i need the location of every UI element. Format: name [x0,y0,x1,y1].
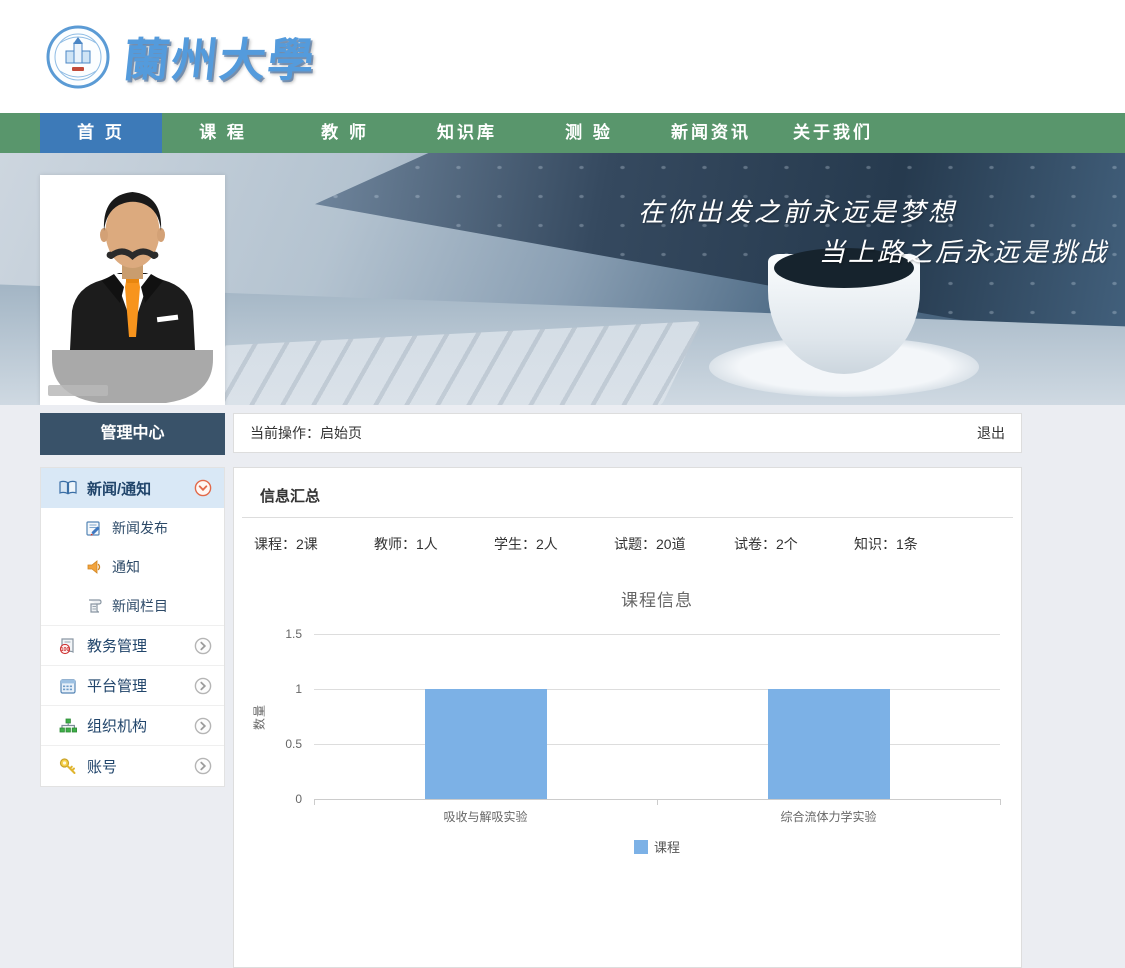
grade-sheet-icon: 100 [58,636,78,656]
sidebar-item-label: 教务管理 [87,635,194,656]
logout-button[interactable]: 退出 [977,423,1005,443]
content-area: 管理中心 新闻/通知 [0,405,1125,968]
chevron-right-circle-icon [194,757,212,775]
university-name: 蘭州大學 [121,24,320,90]
sidebar-item-label: 组织机构 [87,715,194,736]
slogan-line-2: 当上路之后永远是挑战 [638,233,1109,273]
gridline [314,634,1000,635]
sidebar-menu: 新闻/通知 新闻发布 [40,467,225,787]
sidebar-item-label: 账号 [87,756,194,777]
x-tick [657,799,658,805]
y-tick-label: 1 [256,682,302,696]
gridline [314,744,1000,745]
legend-label: 课程 [654,837,680,856]
nav-item-news[interactable]: 新闻资讯 [650,113,772,153]
sidebar-item-organization[interactable]: 组织机构 [41,706,224,746]
chevron-right-circle-icon [194,637,212,655]
chevron-right-circle-icon [194,677,212,695]
y-tick-label: 0.5 [256,737,302,751]
horn-icon [85,558,103,576]
org-chart-icon [58,716,78,736]
sidebar-item-label: 新闻发布 [112,518,212,538]
key-icon [58,756,78,776]
gridline [314,689,1000,690]
stat-papers: 试卷：2个 [734,534,854,554]
nav-item-knowledge-base[interactable]: 知识库 [406,113,528,153]
sidebar-item-label: 通知 [112,557,212,577]
nav-item-about[interactable]: 关于我们 [772,113,894,153]
site-header: 蘭州大學 [0,0,1125,113]
summary-title: 信息汇总 [242,468,1013,518]
sidebar-subitem-notice[interactable]: 通知 [41,547,224,586]
sidebar-title: 管理中心 [40,413,225,455]
sidebar-item-account[interactable]: 账号 [41,746,224,786]
bar [425,689,547,799]
sidebar-item-news-notice[interactable]: 新闻/通知 [41,468,224,508]
slogan-line-1: 在你出发之前永远是梦想 [638,193,957,233]
sidebar-item-label: 新闻栏目 [112,596,212,616]
nav-item-tests[interactable]: 测 验 [528,113,650,153]
calendar-icon [58,676,78,696]
operation-topbar: 当前操作：启始页 退出 [233,413,1022,453]
x-axis-label: 吸收与解吸实验 [443,808,527,825]
nav-item-teachers[interactable]: 教 师 [284,113,406,153]
current-operation-text: 当前操作：启始页 [250,423,362,443]
stat-questions: 试题：20道 [614,534,734,554]
sidebar-subitem-news-column[interactable]: 新闻栏目 [41,586,224,625]
scroll-icon [85,597,103,615]
sidebar: 管理中心 新闻/通知 [40,413,225,787]
y-tick-label: 0 [256,792,302,806]
news-notice-submenu: 新闻发布 通知 新闻栏目 [41,508,224,626]
user-avatar [40,175,225,405]
summary-stats-row: 课程：2课 教师：1人 学生：2人 试题：20道 试卷：2个 知识：1条 [234,518,1021,560]
stat-knowledge: 知识：1条 [854,534,974,554]
image-watermark [48,385,108,396]
banner-slogan: 在你出发之前永远是梦想 当上路之后永远是挑战 [638,193,1109,274]
chart-title: 课程信息 [314,586,1000,611]
y-axis-title: 数量 [251,703,268,729]
legend-swatch [634,840,648,854]
university-seal-icon [46,25,110,89]
chart-legend: 课程 [314,837,1000,886]
nav-item-home[interactable]: 首 页 [40,113,162,153]
chevron-down-circle-icon [194,479,212,497]
stat-teachers: 教师：1人 [374,534,494,554]
news-edit-icon [85,519,103,537]
main-nav: 首 页 课 程 教 师 知识库 测 验 新闻资讯 关于我们 [0,113,1125,153]
y-tick-label: 1.5 [256,627,302,641]
sidebar-item-platform-admin[interactable]: 平台管理 [41,666,224,706]
chevron-right-circle-icon [194,717,212,735]
sidebar-item-academic-admin[interactable]: 100 教务管理 [41,626,224,666]
stat-students: 学生：2人 [494,534,614,554]
x-tick [314,799,315,805]
nav-item-courses[interactable]: 课 程 [162,113,284,153]
summary-panel: 信息汇总 课程：2课 教师：1人 学生：2人 试题：20道 试卷：2个 知识：1… [233,467,1022,968]
sidebar-item-label: 平台管理 [87,675,194,696]
x-tick [1000,799,1001,805]
sidebar-subitem-news-publish[interactable]: 新闻发布 [41,508,224,547]
open-book-icon [58,478,78,498]
bar [768,689,890,799]
user-avatar-card [40,175,225,405]
course-chart: 课程信息 数量 00.511.5吸收与解吸实验综合流体力学实验 课程 [314,586,1000,886]
banner-image: 在你出发之前永远是梦想 当上路之后永远是挑战 [0,153,1125,405]
svg-text:100: 100 [61,647,70,653]
sidebar-item-label: 新闻/通知 [87,478,194,499]
main-column: 当前操作：启始页 退出 信息汇总 课程：2课 教师：1人 学生：2人 试题：20… [233,413,1022,968]
x-axis-label: 综合流体力学实验 [780,808,876,825]
stat-courses: 课程：2课 [254,534,374,554]
chart-plot: 数量 00.511.5吸收与解吸实验综合流体力学实验 [314,634,1000,800]
